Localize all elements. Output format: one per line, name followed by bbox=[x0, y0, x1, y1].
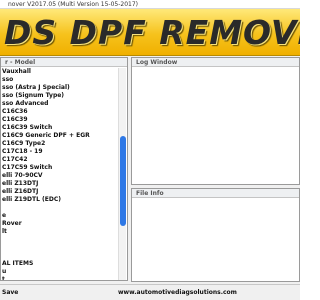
model-panel: r - Model Vauxhall sso sso (Astra J Specia… bbox=[0, 57, 128, 281]
model-list-item[interactable]: C16C9 Type2 bbox=[1, 140, 119, 148]
file-info-header: File Info bbox=[132, 189, 299, 198]
model-list-item[interactable]: sso (Signum Type) bbox=[1, 92, 119, 100]
model-list-item[interactable] bbox=[1, 236, 119, 244]
window-title: nover V2017.05 (Multi Version 15-05-2017… bbox=[8, 1, 139, 8]
model-list-item[interactable]: C16C9 Generic DPF + EGR bbox=[1, 132, 119, 140]
model-list-item[interactable]: e bbox=[1, 212, 119, 220]
model-list-item[interactable] bbox=[1, 244, 119, 252]
model-list-item[interactable]: sso bbox=[1, 76, 119, 84]
model-list-item[interactable]: sso Advanced bbox=[1, 100, 119, 108]
model-list-item[interactable]: AL ITEMS bbox=[1, 260, 119, 268]
model-list-item[interactable]: u bbox=[1, 268, 119, 276]
model-list-item[interactable]: Vauxhall bbox=[1, 68, 119, 76]
model-list-item[interactable]: lt bbox=[1, 228, 119, 236]
model-list[interactable]: Vauxhall sso sso (Astra J Special) sso (Sig… bbox=[1, 68, 119, 280]
save-button[interactable]: Save bbox=[2, 285, 18, 300]
website-link[interactable]: www.automotivediagsolutions.com bbox=[118, 285, 237, 300]
log-window-header: Log Window bbox=[132, 58, 299, 67]
app-banner: DS DPF REMOVE bbox=[0, 9, 300, 56]
title-bar: nover V2017.05 (Multi Version 15-05-2017… bbox=[0, 0, 300, 9]
log-window-panel: Log Window bbox=[131, 57, 300, 185]
model-list-scrollbar[interactable] bbox=[118, 68, 126, 280]
model-list-item[interactable]: C17C59 Switch bbox=[1, 164, 119, 172]
model-list-item[interactable]: elli Z13DTJ bbox=[1, 180, 119, 188]
model-list-item[interactable]: elli Z19DTL (EDC) bbox=[1, 196, 119, 204]
scrollbar-thumb[interactable] bbox=[120, 136, 126, 226]
model-list-item[interactable]: C17C18 - 19 bbox=[1, 148, 119, 156]
model-list-item[interactable] bbox=[1, 204, 119, 212]
model-list-item[interactable]: sso (Astra J Special) bbox=[1, 84, 119, 92]
model-list-item[interactable]: elli Z16DTJ bbox=[1, 188, 119, 196]
banner-title: DS DPF REMOVE bbox=[4, 13, 300, 52]
status-bar: Save www.automotivediagsolutions.com bbox=[0, 284, 300, 300]
model-list-item[interactable] bbox=[1, 252, 119, 260]
model-list-item[interactable]: C16C39 Switch bbox=[1, 124, 119, 132]
model-list-item[interactable]: t bbox=[1, 276, 119, 280]
model-list-item[interactable]: Rover bbox=[1, 220, 119, 228]
model-list-item[interactable]: C17C42 bbox=[1, 156, 119, 164]
model-list-item[interactable]: elli 70-90CV bbox=[1, 172, 119, 180]
model-list-item[interactable]: C16C36 bbox=[1, 108, 119, 116]
model-list-item[interactable]: C16C39 bbox=[1, 116, 119, 124]
app-window: nover V2017.05 (Multi Version 15-05-2017… bbox=[0, 0, 300, 300]
model-panel-header: r - Model bbox=[1, 58, 127, 67]
file-info-panel: File Info bbox=[131, 188, 300, 282]
